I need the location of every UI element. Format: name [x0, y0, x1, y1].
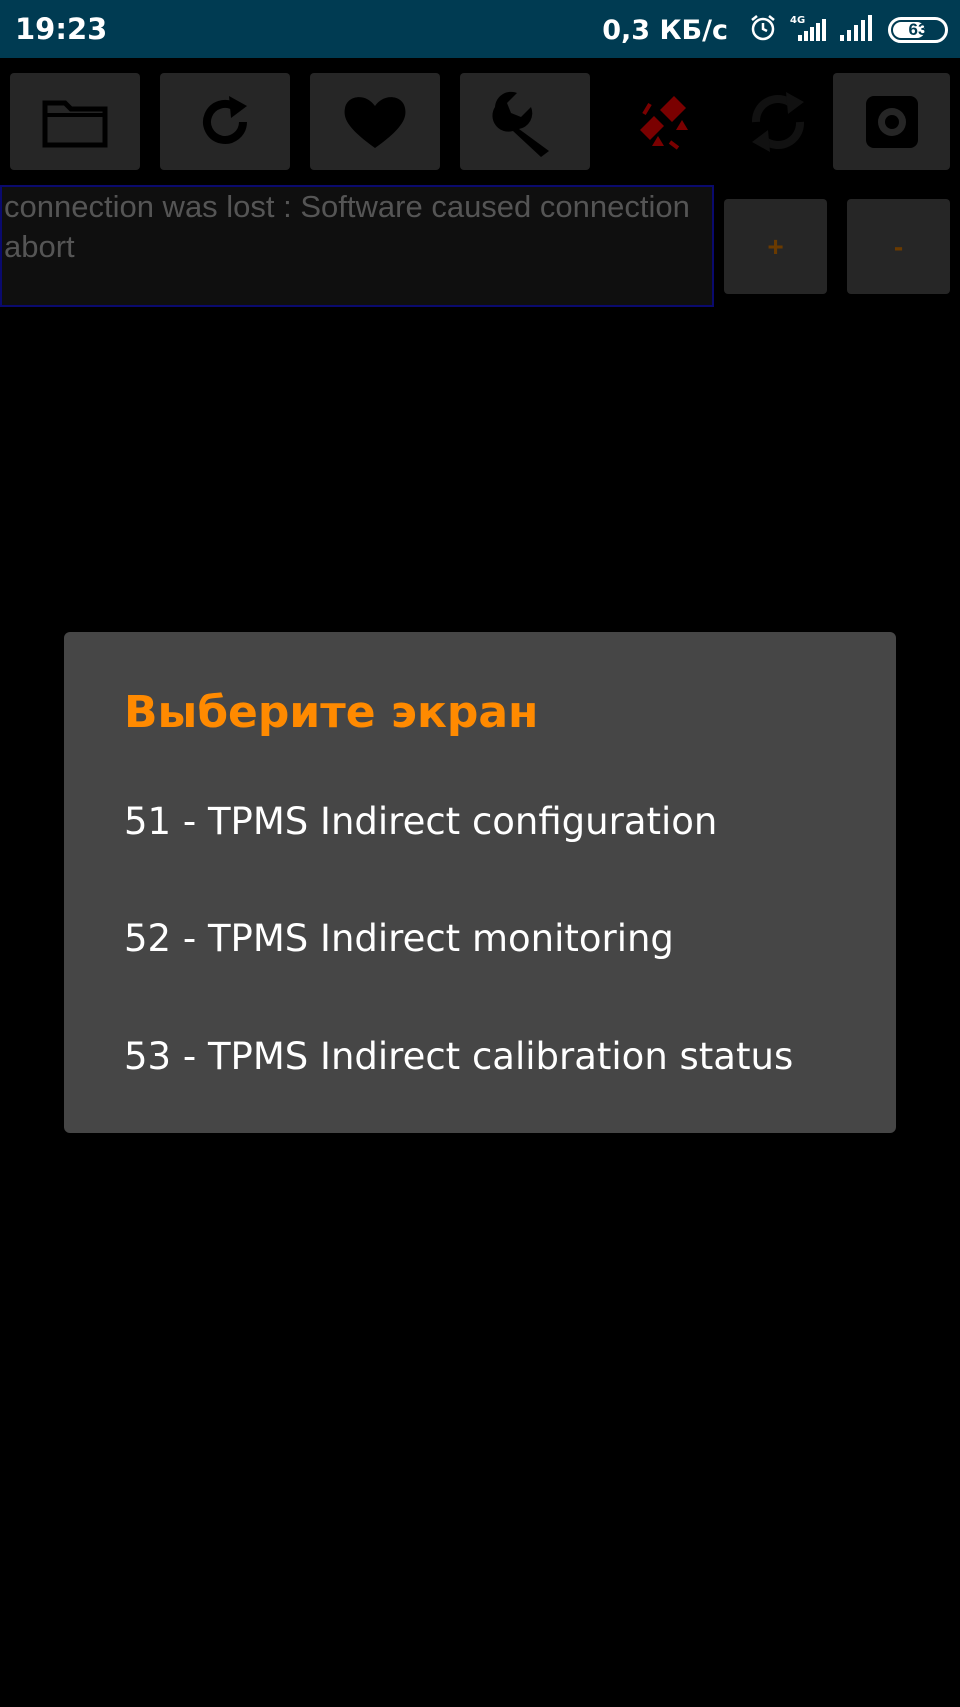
status-bar: 19:23 0,3 КБ/с 4G 63: [0, 0, 960, 58]
open-file-button[interactable]: [10, 73, 140, 170]
folder-icon: [42, 100, 108, 147]
gear-icon: [865, 95, 918, 148]
screen-select-dialog: Выберите экран 51 - TPMS Indirect config…: [64, 632, 896, 1133]
tools-button[interactable]: [460, 73, 590, 170]
connection-message[interactable]: connection was lost : Software caused co…: [0, 185, 714, 307]
zoom-in-button[interactable]: +: [724, 199, 827, 294]
dialog-item-52[interactable]: 52 - TPMS Indirect monitoring: [124, 899, 864, 979]
connection-message-text: connection was lost : Software caused co…: [4, 189, 690, 264]
status-right-group: 0,3 КБ/с 4G 63: [602, 10, 948, 50]
alarm-icon: [748, 13, 778, 48]
battery-icon: 63: [888, 17, 948, 43]
network-type-label: 4G: [790, 15, 805, 26]
zoom-out-button[interactable]: -: [847, 199, 950, 294]
connection-status-button[interactable]: [612, 73, 712, 170]
network-speed: 0,3 КБ/с: [602, 14, 728, 46]
settings-button[interactable]: [833, 73, 950, 170]
status-time: 19:23: [15, 12, 108, 46]
sync-button[interactable]: [728, 73, 828, 170]
toolbar: [0, 73, 960, 171]
refresh-button[interactable]: [160, 73, 290, 170]
signal-icon: [838, 13, 874, 48]
refresh-icon: [203, 95, 247, 144]
connection-lost-icon: [640, 95, 688, 150]
dialog-item-53[interactable]: 53 - TPMS Indirect calibration status: [124, 1017, 864, 1097]
dialog-title: Выберите экран: [124, 687, 539, 738]
sync-icon: [752, 91, 804, 152]
wrench-icon: [492, 91, 549, 157]
favorites-button[interactable]: [310, 73, 440, 170]
battery-level: 63: [908, 20, 928, 39]
heart-icon: [344, 96, 406, 148]
dialog-item-51[interactable]: 51 - TPMS Indirect configuration: [124, 782, 864, 862]
signal-4g-icon: 4G: [788, 13, 828, 48]
